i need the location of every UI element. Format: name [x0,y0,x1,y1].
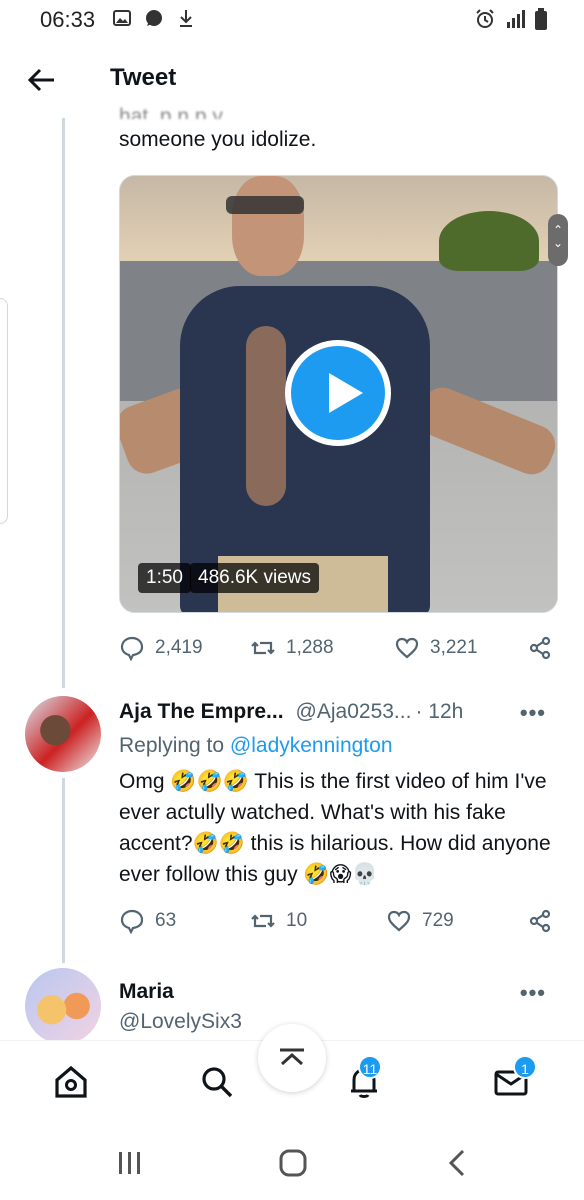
heart-icon [387,910,411,932]
signal-icon [507,10,525,28]
thread-line [62,778,65,963]
retweet-button[interactable]: 10 [250,906,307,936]
reply-author-line: Aja The Empre... @Aja0253... · 12h [119,700,463,724]
replying-to: Replying to @ladykennington [119,734,393,758]
share-icon [529,636,551,660]
video-duration: 1:50 [138,563,191,593]
share-button[interactable] [527,633,553,663]
replying-prefix: Replying to [119,734,225,757]
messages-badge: 1 [513,1055,537,1079]
reply-count: 2,419 [155,637,203,658]
like-count: 3,221 [430,637,478,658]
author-name[interactable]: Aja The Empre... [119,700,284,723]
reply-button[interactable]: 63 [119,906,176,936]
chat-bubble-icon [146,10,162,26]
reply-icon [120,636,144,661]
battery-icon [535,8,547,30]
author-handle[interactable]: @Aja0253... [296,700,412,723]
reply-button[interactable]: 2,419 [119,633,203,663]
retweet-count: 1,288 [286,637,334,658]
play-icon[interactable] [285,340,391,446]
retweet-icon [251,641,275,655]
reply-author-line: Maria [119,980,174,1004]
reply-actions: 63 10 729 [119,906,569,936]
app-header: Tweet [0,52,584,108]
back-arrow-icon[interactable] [26,64,58,96]
back-system-icon[interactable] [446,1148,468,1178]
alarm-icon [476,9,494,28]
like-button[interactable]: 729 [386,906,454,936]
retweet-icon [251,914,275,928]
download-icon [180,10,192,27]
chevron-up-icon [280,1048,304,1066]
retweet-count: 10 [286,910,308,931]
page-title: Tweet [110,64,177,91]
system-nav-bar [0,1122,584,1200]
avatar[interactable] [25,696,101,772]
author-handle[interactable]: @LovelySix3 [119,1010,242,1034]
share-icon [529,909,551,933]
like-count: 729 [422,910,454,931]
heart-icon [395,637,419,659]
author-name[interactable]: Maria [119,980,174,1003]
more-options-icon[interactable]: ••• [520,700,546,726]
edge-panel-handle[interactable] [0,298,8,524]
retweet-button[interactable]: 1,288 [250,633,334,663]
scroll-to-top-button[interactable] [258,1024,326,1092]
tweet-text: someone you idolize. [119,128,317,151]
home-icon[interactable] [52,1063,90,1101]
replying-to-handle[interactable]: @ladykennington [230,734,393,757]
like-button[interactable]: 3,221 [394,633,478,663]
recent-apps-icon[interactable] [116,1150,144,1176]
reply-count: 63 [155,910,177,931]
home-system-icon[interactable] [278,1148,308,1178]
reply-text: Omg 🤣🤣🤣 This is the first video of him I… [119,770,551,886]
scroll-arrows[interactable]: ⌃ ⌄ [548,214,568,266]
thread-line [62,118,65,688]
tweet-text-partial: hat, p n p y [119,105,223,119]
tweet-time: · 12h [415,700,464,723]
share-button[interactable] [527,906,553,936]
more-options-icon[interactable]: ••• [520,980,546,1006]
avatar[interactable] [25,968,101,1044]
video-views: 486.6K views [190,563,320,593]
notifications-badge: 11 [358,1055,382,1079]
tweet-actions: 2,419 1,288 3,221 [119,633,569,663]
reply-icon [120,909,144,934]
image-icon [113,10,131,26]
status-bar: 06:33 [0,0,584,44]
status-time: 06:33 [40,7,96,32]
search-icon[interactable] [198,1063,236,1101]
